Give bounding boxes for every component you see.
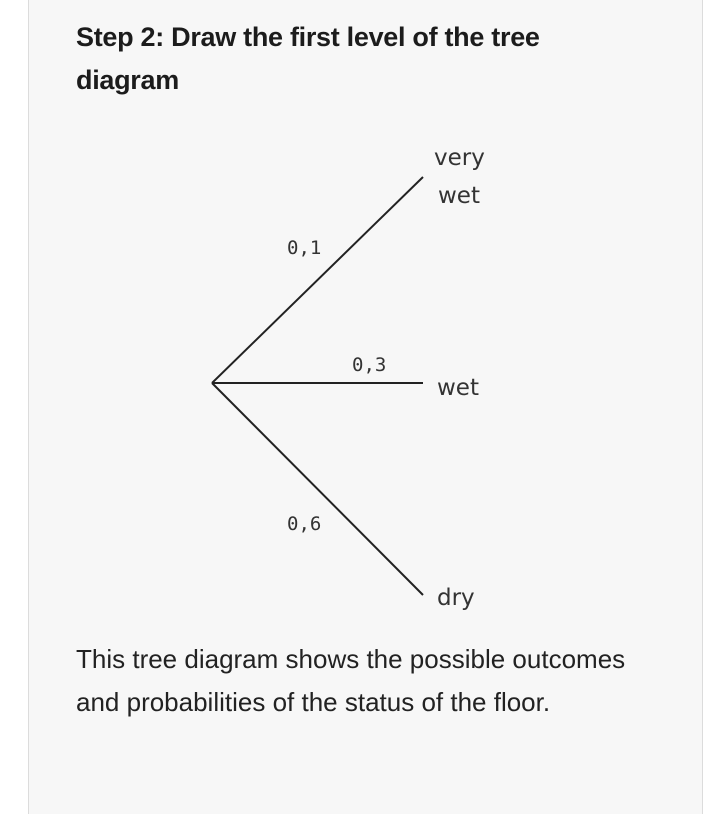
branch-line-dry bbox=[211, 382, 424, 596]
step-card: Step 2: Draw the first level of the tree… bbox=[28, 0, 703, 814]
outcome-label-wet: wet bbox=[437, 375, 479, 401]
diagram-description: This tree diagram shows the possible out… bbox=[76, 644, 626, 717]
outcome-label-very-wet: wet bbox=[438, 183, 480, 209]
outcome-label-very: very bbox=[434, 145, 485, 171]
probability-label-dry: 0,6 bbox=[287, 513, 321, 535]
probability-label-very-wet: 0,1 bbox=[287, 237, 321, 259]
probability-label-wet: 0,3 bbox=[352, 354, 386, 376]
outcome-label-dry: dry bbox=[437, 585, 475, 611]
branch-line-very-wet bbox=[211, 176, 424, 384]
